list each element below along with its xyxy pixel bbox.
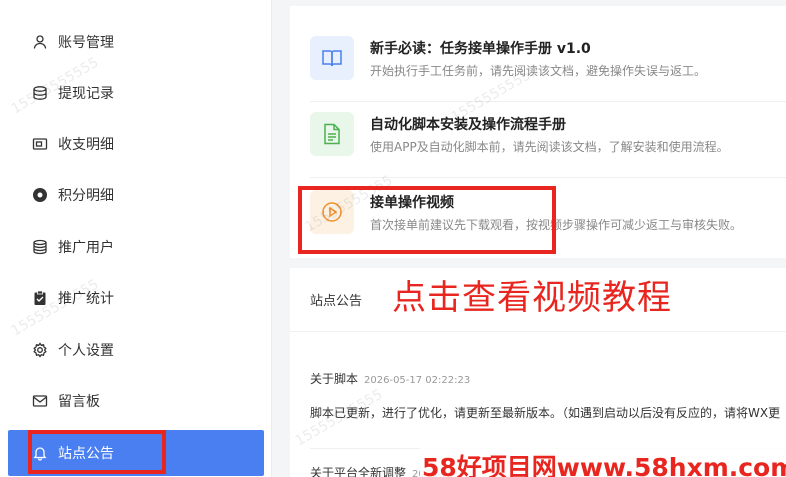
doc-desc: 使用APP及自动化脚本前，请先阅读该文档，了解安装和使用流程。 <box>370 140 729 154</box>
sidebar-item-messages[interactable]: 留言板 <box>8 378 264 424</box>
sidebar-item-account[interactable]: 账号管理 <box>8 19 264 65</box>
announcement-item-title[interactable]: 关于脚本 2026-05-17 02:22:23 <box>310 370 470 387</box>
sidebar-item-label: 提现记录 <box>58 86 114 102</box>
site-watermark: 58好项目网www.58hxm.com <box>420 448 786 477</box>
wallet-icon <box>32 136 48 152</box>
highlight-box-announcement <box>28 430 166 474</box>
doc-item-manual[interactable]: 新手必读：任务接单操作手册 v1.0 开始执行手工任务前，请先阅读该文档，避免操… <box>310 26 786 102</box>
announcement-body: 脚本已更新，进行了优化，请更新至最新版本。（如遇到启动以后没有反应的，请将WX更 <box>310 406 781 420</box>
document-icon <box>310 112 354 156</box>
user-icon <box>32 34 48 50</box>
sidebar-item-withdraw[interactable]: 提现记录 <box>8 70 264 116</box>
book-icon <box>310 36 354 80</box>
doc-title: 自动化脚本安装及操作流程手册 <box>370 117 566 133</box>
doc-item-script-manual[interactable]: 自动化脚本安装及操作流程手册 使用APP及自动化脚本前，请先阅读该文档，了解安装… <box>310 102 786 178</box>
announcement-title: 站点公告 <box>310 294 363 309</box>
sidebar-item-points[interactable]: 积分明细 <box>8 172 264 218</box>
database-icon <box>32 85 48 101</box>
mail-icon <box>32 393 48 409</box>
sidebar-item-label: 账号管理 <box>58 35 114 51</box>
sidebar-item-label: 积分明细 <box>58 188 114 204</box>
doc-title: 新手必读：任务接单操作手册 v1.0 <box>370 41 591 57</box>
clipboard-icon <box>32 290 48 306</box>
points-icon <box>32 187 48 203</box>
sidebar-item-promo-stats[interactable]: 推广统计 <box>8 275 264 321</box>
sidebar: 账号管理 提现记录 收支明细 积分明细 推广用户 推广统计 个人设置 留言板 站… <box>0 0 272 477</box>
doc-desc: 开始执行手工任务前，请先阅读该文档，避免操作失误与返工。 <box>370 64 707 78</box>
sidebar-item-label: 收支明细 <box>58 137 114 153</box>
sidebar-item-label: 推广统计 <box>58 291 114 307</box>
sidebar-item-label: 推广用户 <box>58 240 114 256</box>
sidebar-item-settings[interactable]: 个人设置 <box>8 327 264 373</box>
announcement-time: 2026-05-17 02:22:23 <box>364 375 471 386</box>
gear-icon <box>32 342 48 358</box>
annotation-text: 点击查看视频教程 <box>392 278 672 318</box>
divider <box>290 331 786 332</box>
sidebar-item-label: 留言板 <box>58 394 100 410</box>
sidebar-item-label: 个人设置 <box>58 343 114 359</box>
sidebar-item-income[interactable]: 收支明细 <box>8 121 264 167</box>
stack-icon <box>32 239 48 255</box>
highlight-box-video <box>298 186 556 254</box>
sidebar-item-promo-users[interactable]: 推广用户 <box>8 224 264 270</box>
